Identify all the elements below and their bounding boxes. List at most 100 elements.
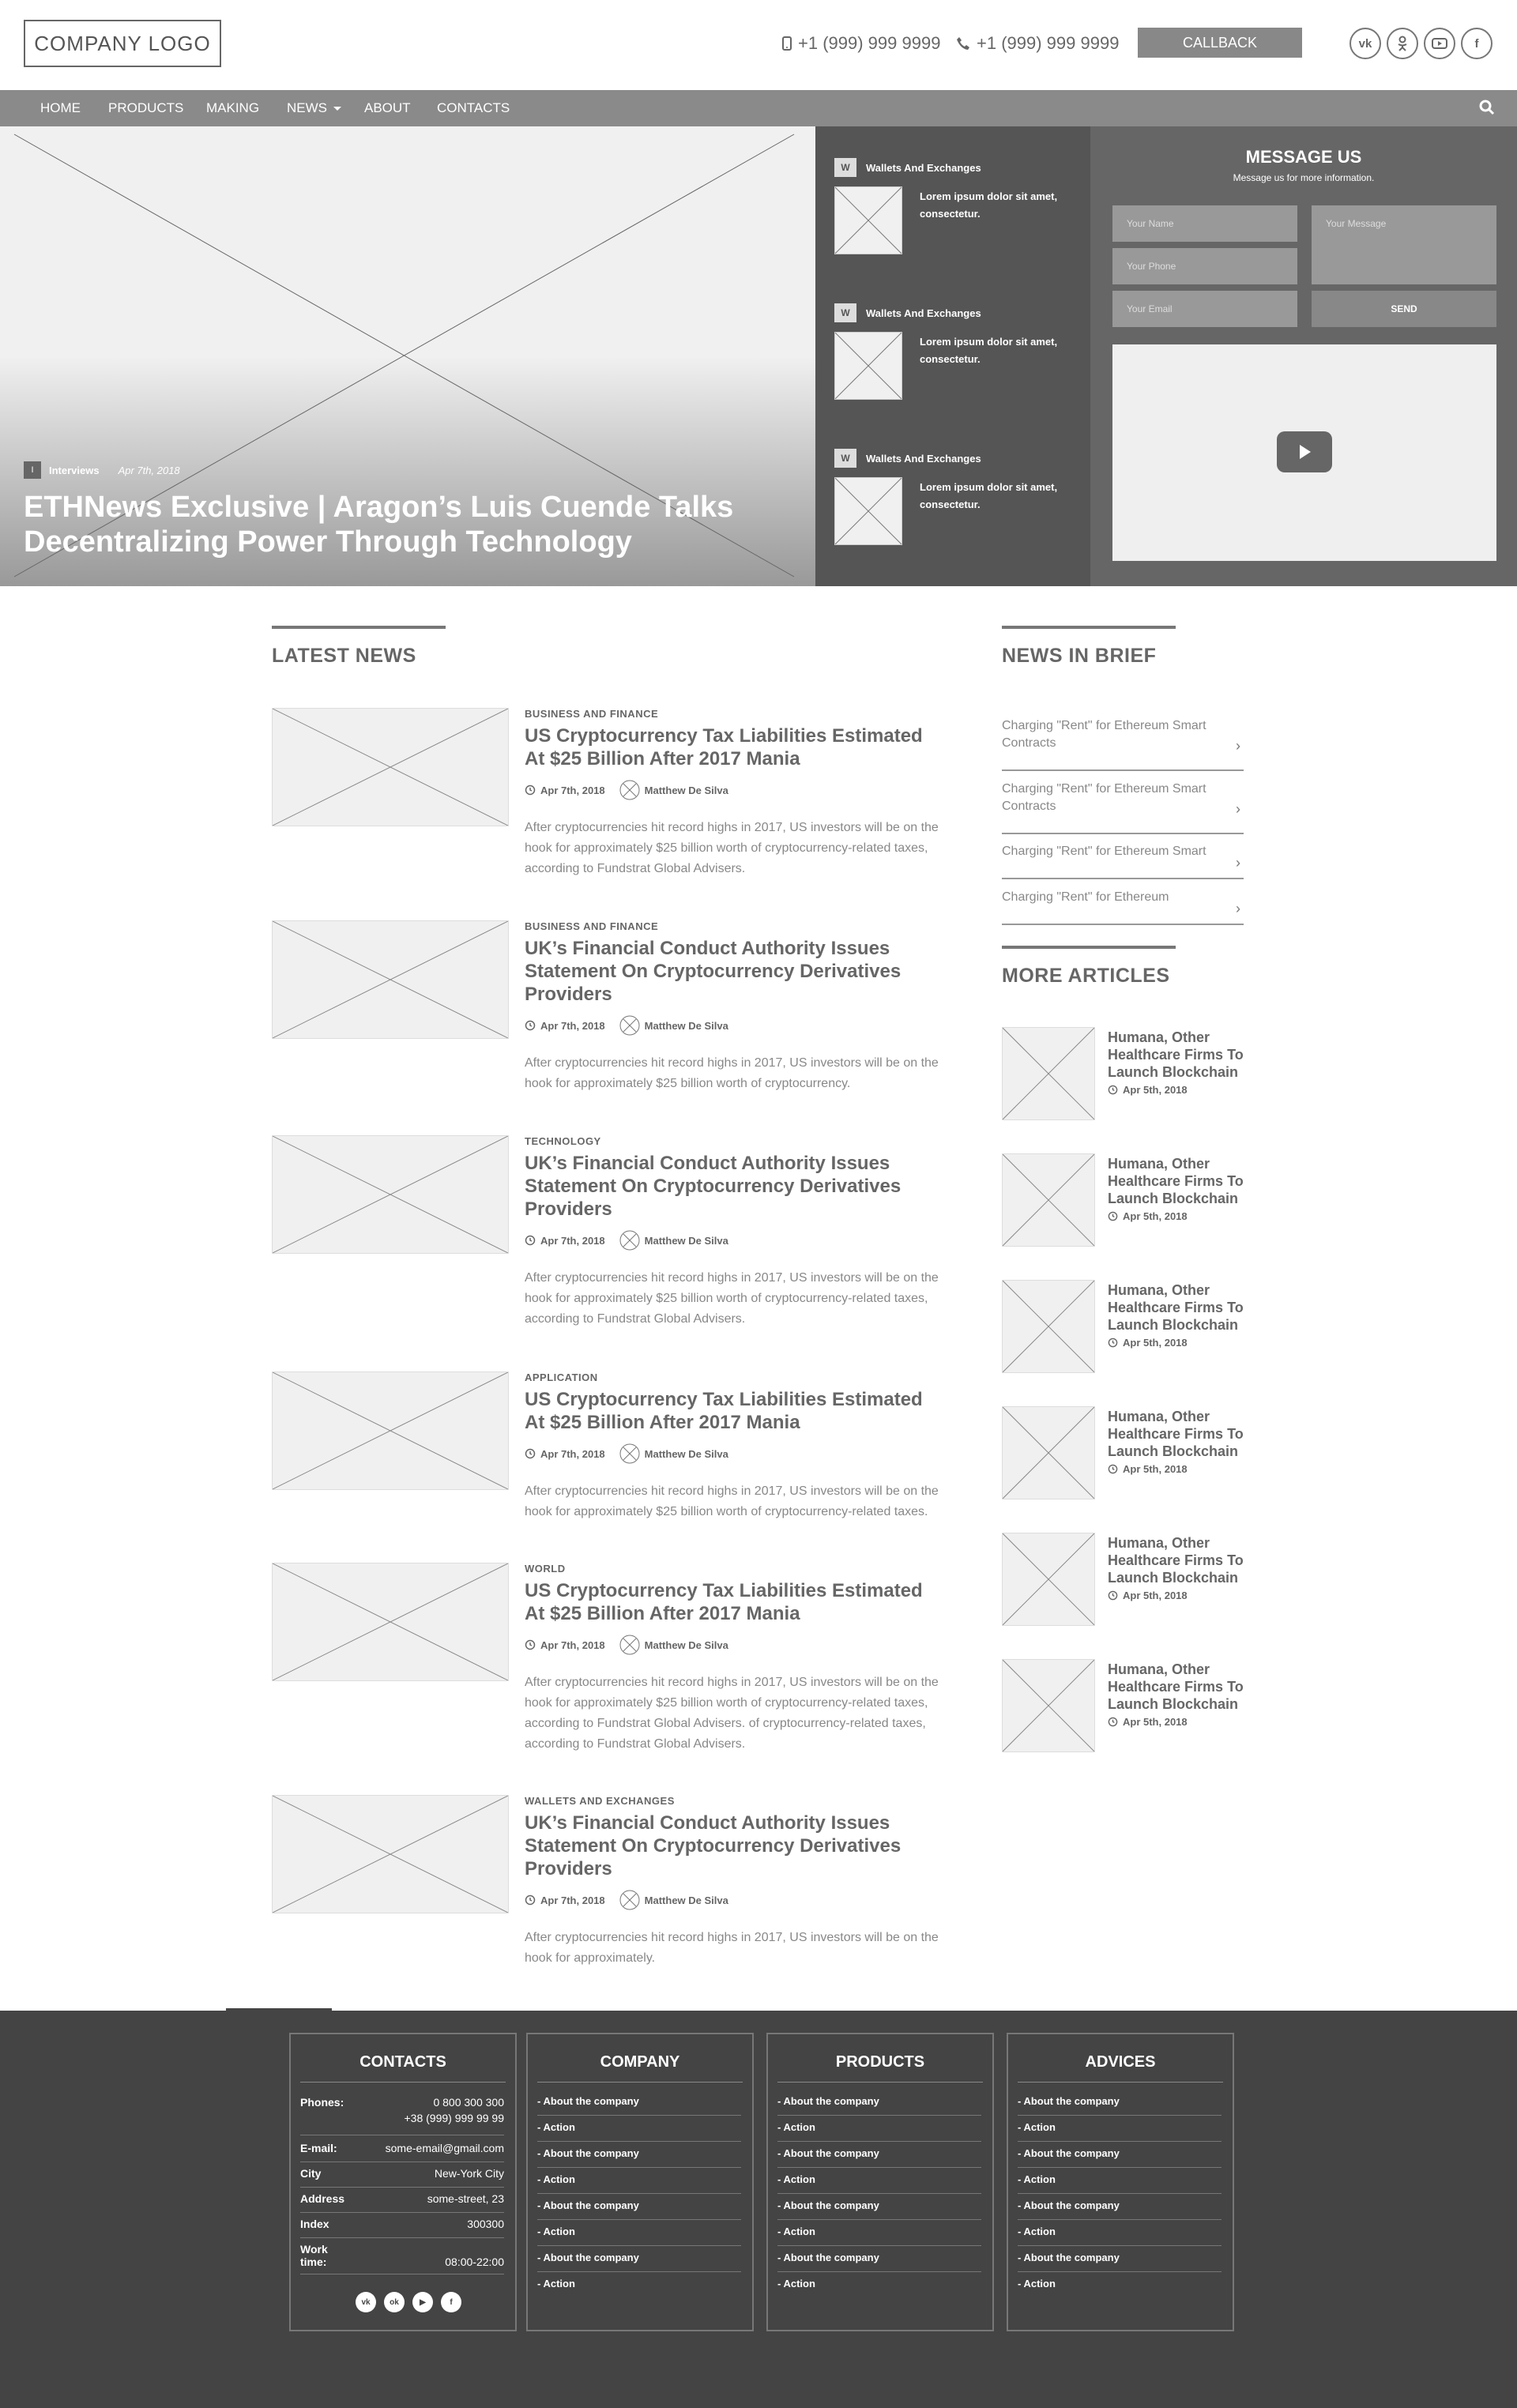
news-title[interactable]: US Cryptocurrency Tax Liabilities Estima… xyxy=(525,724,943,770)
news-title[interactable]: UK’s Financial Conduct Authority Issues … xyxy=(525,1812,943,1880)
phone-field[interactable] xyxy=(1112,248,1297,284)
article-item[interactable]: Humana, Other Healthcare Firms To Launch… xyxy=(1002,1533,1255,1626)
news-author[interactable]: Matthew De Silva xyxy=(645,1448,728,1460)
footer-link[interactable]: - About the company xyxy=(537,2090,741,2116)
article-title[interactable]: Humana, Other Healthcare Firms To Launch… xyxy=(1108,1534,1255,1586)
footer-link[interactable]: - About the company xyxy=(1018,2246,1222,2272)
callback-button[interactable]: CALLBACK xyxy=(1138,28,1302,58)
news-item[interactable]: BUSINESS AND FINANCE US Cryptocurrency T… xyxy=(272,708,943,882)
vk-icon[interactable]: vk xyxy=(356,2292,376,2312)
footer-link[interactable]: - Action xyxy=(537,2272,741,2298)
nav-item-home[interactable]: HOME xyxy=(40,90,81,126)
news-category[interactable]: TECHNOLOGY xyxy=(525,1135,943,1147)
footer-link[interactable]: - Action xyxy=(777,2272,981,2298)
article-title[interactable]: Humana, Other Healthcare Firms To Launch… xyxy=(1108,1661,1255,1713)
news-category[interactable]: WORLD xyxy=(525,1563,943,1575)
facebook-icon[interactable]: f xyxy=(1461,28,1493,59)
email-field[interactable] xyxy=(1112,291,1297,327)
brief-item[interactable]: Charging "Rent" for Ethereum › xyxy=(1002,889,1244,925)
footer-link[interactable]: - Action xyxy=(1018,2220,1222,2246)
news-item[interactable]: BUSINESS AND FINANCE UK’s Financial Cond… xyxy=(272,920,943,1094)
hero-category[interactable]: Interviews xyxy=(49,465,100,476)
youtube-icon[interactable] xyxy=(1424,28,1455,59)
footer-link[interactable]: - Action xyxy=(537,2116,741,2142)
footer-link[interactable]: - About the company xyxy=(1018,2194,1222,2220)
footer-link[interactable]: - About the company xyxy=(777,2194,981,2220)
divider xyxy=(537,2082,743,2083)
hero-featured-article[interactable]: I Interviews Apr 7th, 2018 ETHNews Exclu… xyxy=(0,126,815,586)
hero-title[interactable]: ETHNews Exclusive | Aragon’s Luis Cuende… xyxy=(24,490,782,559)
company-logo[interactable]: COMPANY LOGO xyxy=(24,20,221,67)
news-author[interactable]: Matthew De Silva xyxy=(645,1020,728,1032)
brief-item[interactable]: Charging "Rent" for Ethereum Smart Contr… xyxy=(1002,781,1244,834)
footer-link[interactable]: - Action xyxy=(537,2220,741,2246)
nav-item-contacts[interactable]: CONTACTS xyxy=(437,90,510,126)
nav-item-products[interactable]: PRODUCTS xyxy=(108,90,183,126)
footer-link[interactable]: - About the company xyxy=(537,2194,741,2220)
footer-link[interactable]: - About the company xyxy=(1018,2090,1222,2116)
wallet-item[interactable]: W Wallets And Exchanges Lorem ipsum dolo… xyxy=(834,449,1079,545)
footer-link[interactable]: - About the company xyxy=(777,2090,981,2116)
news-title[interactable]: US Cryptocurrency Tax Liabilities Estima… xyxy=(525,1579,943,1625)
news-item[interactable]: WORLD US Cryptocurrency Tax Liabilities … xyxy=(272,1563,943,1760)
news-category[interactable]: APPLICATION xyxy=(525,1371,943,1383)
message-field[interactable] xyxy=(1312,205,1496,284)
brief-item[interactable]: Charging "Rent" for Ethereum Smart › xyxy=(1002,843,1244,879)
footer-link[interactable]: - About the company xyxy=(537,2246,741,2272)
brief-item[interactable]: Charging "Rent" for Ethereum Smart Contr… xyxy=(1002,717,1244,771)
footer-link[interactable]: - Action xyxy=(1018,2116,1222,2142)
news-item[interactable]: APPLICATION US Cryptocurrency Tax Liabil… xyxy=(272,1371,943,1545)
youtube-icon[interactable]: ▶ xyxy=(412,2292,433,2312)
footer-link[interactable]: - Action xyxy=(1018,2168,1222,2194)
news-category[interactable]: BUSINESS AND FINANCE xyxy=(525,920,943,932)
news-author[interactable]: Matthew De Silva xyxy=(645,784,728,796)
odnoklassniki-icon[interactable] xyxy=(1387,28,1418,59)
video-player[interactable] xyxy=(1112,344,1496,561)
odnoklassniki-icon[interactable]: ok xyxy=(384,2292,405,2312)
name-field[interactable] xyxy=(1112,205,1297,242)
phone-contact-2[interactable]: +1 (999) 999 9999 xyxy=(956,33,1119,54)
phone-contact-1[interactable]: +1 (999) 999 9999 xyxy=(782,33,940,54)
article-title[interactable]: Humana, Other Healthcare Firms To Launch… xyxy=(1108,1029,1255,1081)
footer-link[interactable]: - About the company xyxy=(537,2142,741,2168)
article-title[interactable]: Humana, Other Healthcare Firms To Launch… xyxy=(1108,1155,1255,1207)
news-item[interactable]: TECHNOLOGY UK’s Financial Conduct Author… xyxy=(272,1135,943,1326)
article-item[interactable]: Humana, Other Healthcare Firms To Launch… xyxy=(1002,1406,1255,1499)
wallet-item[interactable]: W Wallets And Exchanges Lorem ipsum dolo… xyxy=(834,303,1079,400)
news-category[interactable]: WALLETS AND EXCHANGES xyxy=(525,1795,943,1807)
footer-link[interactable]: - Action xyxy=(777,2220,981,2246)
news-title[interactable]: UK’s Financial Conduct Authority Issues … xyxy=(525,1152,943,1221)
news-category[interactable]: BUSINESS AND FINANCE xyxy=(525,708,943,720)
news-item[interactable]: WALLETS AND EXCHANGES UK’s Financial Con… xyxy=(272,1795,943,1969)
vk-icon[interactable]: vk xyxy=(1349,28,1381,59)
footer-link[interactable]: - Action xyxy=(777,2168,981,2194)
news-author[interactable]: Matthew De Silva xyxy=(645,1235,728,1247)
send-button[interactable]: SEND xyxy=(1312,291,1496,327)
search-icon[interactable] xyxy=(1477,98,1496,117)
article-title[interactable]: Humana, Other Healthcare Firms To Launch… xyxy=(1108,1408,1255,1460)
news-author[interactable]: Matthew De Silva xyxy=(645,1894,728,1906)
contact-value[interactable]: some-email@gmail.com xyxy=(386,2142,504,2154)
footer-link[interactable]: - About the company xyxy=(777,2246,981,2272)
nav-item-news[interactable]: NEWS xyxy=(287,90,341,126)
article-item[interactable]: Humana, Other Healthcare Firms To Launch… xyxy=(1002,1280,1255,1373)
article-item[interactable]: Humana, Other Healthcare Firms To Launch… xyxy=(1002,1659,1255,1752)
nav-item-about[interactable]: ABOUT xyxy=(364,90,411,126)
article-title[interactable]: Humana, Other Healthcare Firms To Launch… xyxy=(1108,1281,1255,1334)
play-button[interactable] xyxy=(1277,431,1332,472)
nav-item-making[interactable]: MAKING xyxy=(206,90,259,126)
article-item[interactable]: Humana, Other Healthcare Firms To Launch… xyxy=(1002,1027,1255,1120)
contact-value[interactable]: 0 800 300 300 xyxy=(433,2096,504,2109)
footer-link[interactable]: - About the company xyxy=(1018,2142,1222,2168)
footer-link[interactable]: - Action xyxy=(537,2168,741,2194)
news-author[interactable]: Matthew De Silva xyxy=(645,1639,728,1651)
footer-link[interactable]: - Action xyxy=(1018,2272,1222,2298)
contact-value[interactable]: +38 (999) 999 99 99 xyxy=(405,2112,505,2124)
article-item[interactable]: Humana, Other Healthcare Firms To Launch… xyxy=(1002,1153,1255,1247)
news-title[interactable]: US Cryptocurrency Tax Liabilities Estima… xyxy=(525,1388,943,1434)
footer-link[interactable]: - Action xyxy=(777,2116,981,2142)
footer-link[interactable]: - About the company xyxy=(777,2142,981,2168)
news-title[interactable]: UK’s Financial Conduct Authority Issues … xyxy=(525,937,943,1006)
facebook-icon[interactable]: f xyxy=(441,2292,461,2312)
wallet-item[interactable]: W Wallets And Exchanges Lorem ipsum dolo… xyxy=(834,158,1079,254)
